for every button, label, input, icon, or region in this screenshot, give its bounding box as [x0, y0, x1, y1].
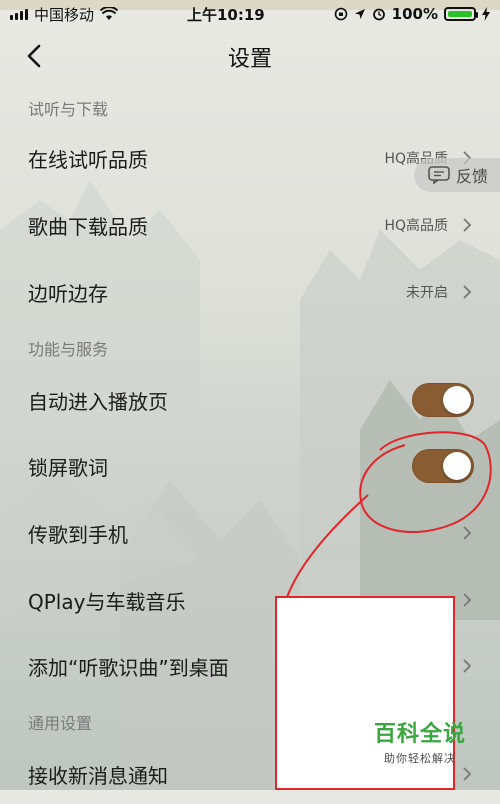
row-download-quality[interactable]: 歌曲下载品质 HQ高品质: [0, 195, 500, 255]
chevron-left-icon: [27, 44, 41, 68]
row-label: 边听边存: [28, 281, 108, 306]
orientation-lock-icon: [334, 7, 347, 21]
row-label: 自动进入播放页: [28, 389, 168, 414]
status-bar: 中国移动 上午10:19 100%: [0, 0, 500, 28]
charging-icon: [481, 7, 490, 21]
auto-player-toggle[interactable]: [412, 383, 474, 417]
feedback-icon: [428, 166, 450, 184]
row-label: 歌曲下载品质: [28, 214, 148, 239]
status-time: 上午10:19: [186, 5, 265, 24]
carrier-label: 中国移动: [34, 5, 95, 24]
row-listen-save[interactable]: 边听边存 未开启: [0, 262, 500, 322]
chevron-right-icon: [462, 215, 474, 235]
feedback-button[interactable]: 反馈: [414, 158, 500, 192]
chevron-right-icon: [462, 590, 474, 610]
wifi-icon: [100, 7, 119, 20]
alarm-icon: [372, 8, 385, 21]
chevron-right-icon: [462, 282, 474, 302]
row-lockscreen-lyrics: 锁屏歌词: [0, 436, 500, 496]
row-transfer-phone[interactable]: 传歌到手机: [0, 503, 500, 563]
section-header-functions: 功能与服务: [28, 340, 109, 359]
battery-icon: [443, 7, 478, 21]
watermark-subtitle: 助你轻松解决: [384, 752, 456, 765]
section-header-listen-download: 试听与下载: [28, 100, 109, 119]
back-button[interactable]: [20, 42, 48, 70]
row-label: 锁屏歌词: [28, 455, 108, 480]
watermark-logo: 百科全说 助你轻松解决: [360, 716, 480, 766]
watermark-title: 百科全说: [373, 722, 466, 747]
signal-icon: [10, 8, 28, 20]
row-label: 传歌到手机: [28, 522, 128, 547]
location-icon: [354, 9, 365, 19]
chevron-right-icon: [462, 764, 474, 784]
row-label: 在线试听品质: [28, 147, 148, 172]
section-header-general: 通用设置: [28, 714, 93, 733]
row-value: 未开启: [406, 285, 448, 301]
row-value: HQ高品质: [384, 218, 448, 234]
page-title: 设置: [227, 47, 272, 72]
nav-bar: 设置: [0, 28, 500, 86]
chevron-right-icon: [462, 656, 474, 676]
row-auto-player: 自动进入播放页: [0, 370, 500, 430]
feedback-label: 反馈: [456, 167, 489, 186]
lockscreen-lyrics-toggle[interactable]: [412, 449, 474, 483]
chevron-right-icon: [462, 523, 474, 543]
battery-percent: 100%: [391, 5, 438, 23]
